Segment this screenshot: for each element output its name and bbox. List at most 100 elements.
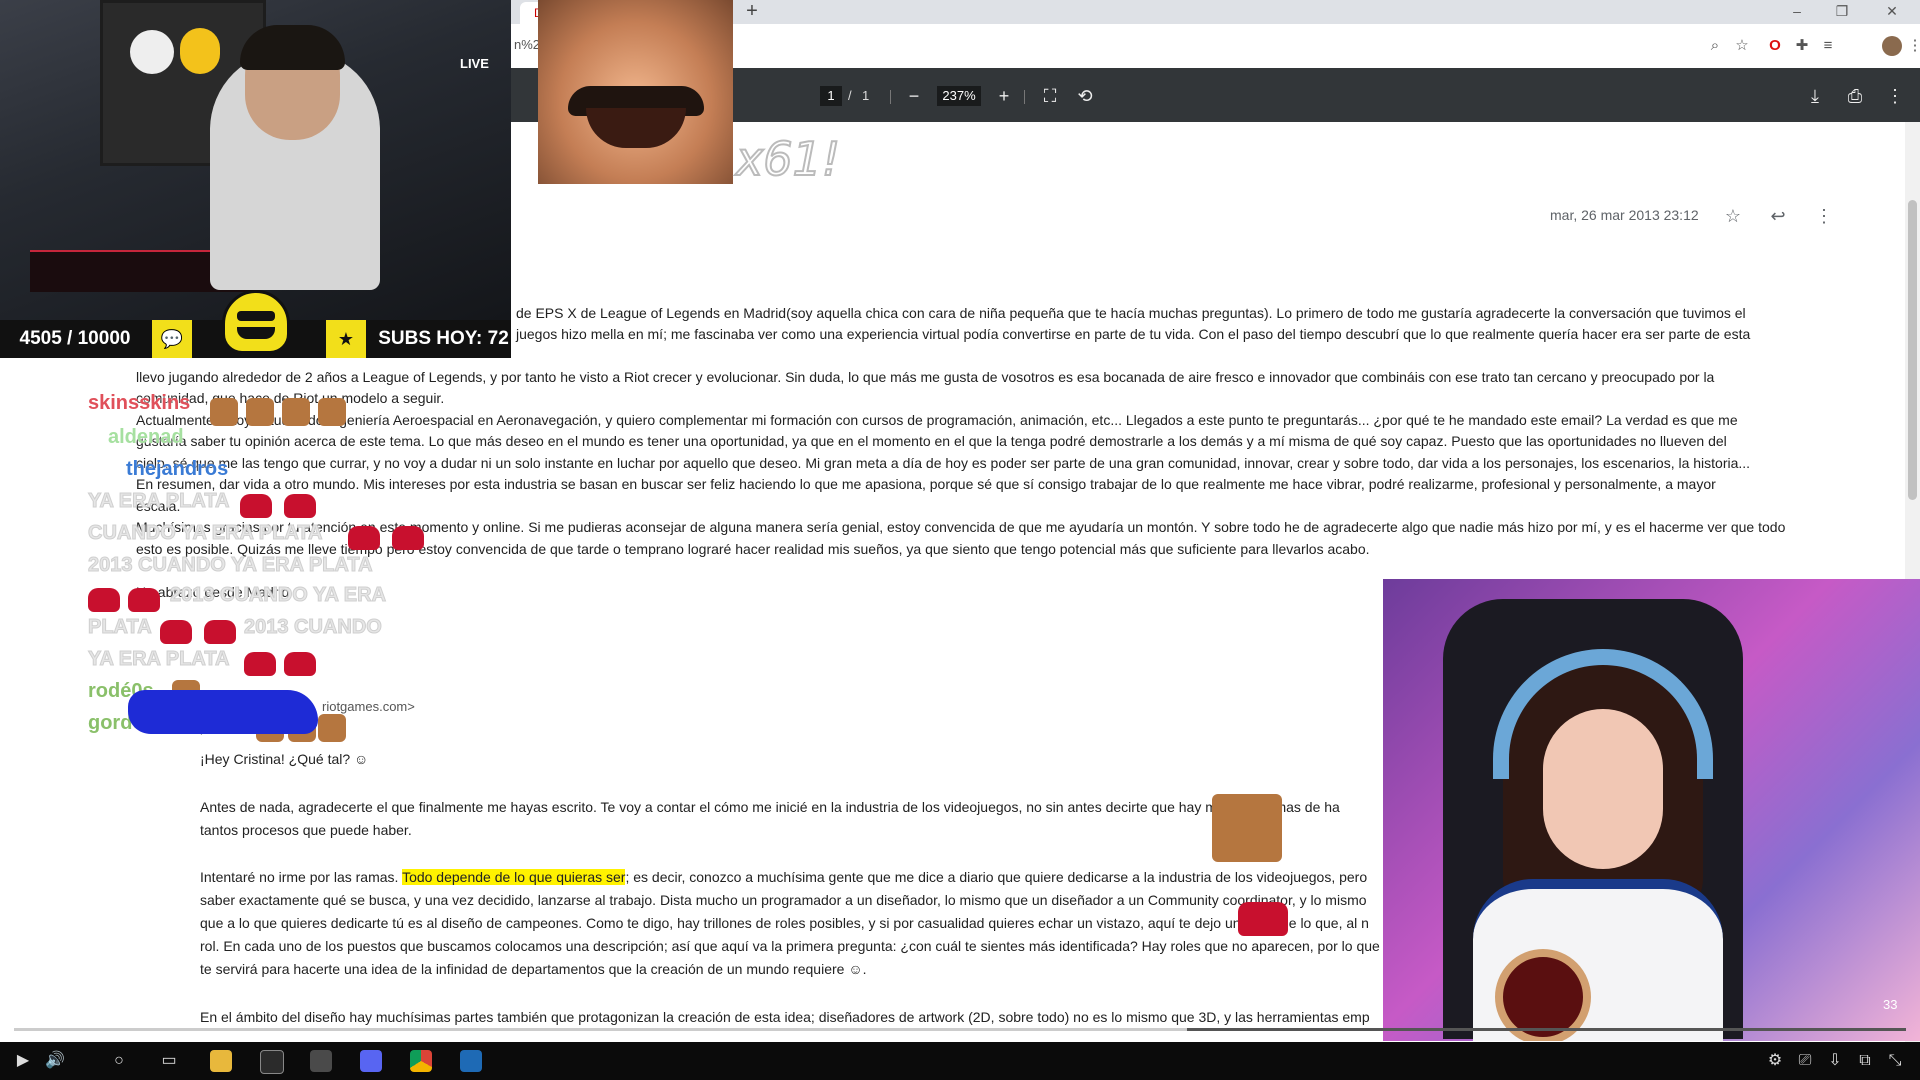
zoom-in-icon[interactable]: + bbox=[992, 84, 1016, 108]
message-line: juegos hizo mella en mí; me fascinaba ve… bbox=[516, 326, 1751, 342]
new-tab-button[interactable]: + bbox=[742, 0, 762, 24]
viewer-count: 33 bbox=[1883, 997, 1898, 1012]
reply-line: te servirá para hacerte una idea de la i… bbox=[200, 961, 867, 977]
pdf-more-icon[interactable]: ⋮ bbox=[1883, 84, 1907, 108]
blue-scribble-redaction bbox=[128, 690, 318, 734]
task-view-icon[interactable]: ▭ bbox=[158, 1050, 180, 1072]
message-line: de EPS X de League of Legends en Madrid(… bbox=[516, 305, 1746, 321]
emote-face-icon bbox=[246, 398, 274, 426]
streamer-webcam: LIVE bbox=[0, 0, 511, 320]
clip-icon[interactable]: ⇩ bbox=[1824, 1050, 1846, 1072]
emote-face-icon bbox=[282, 398, 310, 426]
media-control-icon[interactable]: ≡ bbox=[1818, 36, 1838, 56]
highlighted-text: Todo depende de lo que quieras ser bbox=[402, 869, 626, 885]
volume-icon[interactable]: 🔊 bbox=[44, 1050, 66, 1072]
heart-emote-icon bbox=[392, 526, 424, 550]
reply-text: Intentaré no irme por las ramas. bbox=[200, 869, 403, 885]
zoom-level-input[interactable]: 237% bbox=[937, 86, 981, 106]
heart-emote-icon bbox=[348, 526, 380, 550]
file-explorer-icon[interactable] bbox=[210, 1050, 232, 1072]
chat-message: PLATA bbox=[88, 616, 153, 639]
emote-combo-counter: x61! bbox=[735, 131, 841, 187]
heart-emote-icon bbox=[204, 620, 236, 644]
chat-bubble-icon: 💬 bbox=[160, 329, 184, 349]
emote-mouth bbox=[586, 108, 686, 148]
emote-face-icon bbox=[318, 714, 346, 742]
reply-line: En el ámbito del diseño hay muchísimas p… bbox=[200, 1009, 1370, 1025]
bookmark-star-icon[interactable]: ☆ bbox=[1732, 36, 1752, 56]
email-date: mar, 26 mar 2013 23:12 bbox=[1550, 207, 1699, 223]
chat-message: 2013 CUANDO YA ERA bbox=[169, 584, 387, 607]
download-icon[interactable]: ⤓ bbox=[1803, 84, 1827, 108]
laughing-emote-small bbox=[1212, 794, 1282, 862]
profile-avatar[interactable] bbox=[1882, 36, 1902, 56]
browser-menu-icon[interactable]: ⋮ bbox=[1905, 36, 1920, 56]
heart-emote-icon bbox=[284, 494, 316, 518]
obs-icon[interactable] bbox=[260, 1050, 284, 1074]
sub-goal-counter: 4505 / 10000 bbox=[19, 328, 131, 349]
fit-page-icon[interactable]: ⛶ bbox=[1038, 84, 1062, 108]
reply-greeting: ¡Hey Cristina! ¿Qué tal? ☺ bbox=[200, 751, 369, 767]
app-icon[interactable] bbox=[310, 1050, 332, 1072]
miniplayer-icon[interactable]: ⧉ bbox=[1854, 1050, 1876, 1072]
laughing-emote bbox=[538, 0, 733, 184]
guest-webcam bbox=[1383, 579, 1920, 1041]
chat-message: YA ERA PLATA bbox=[88, 648, 230, 671]
fullscreen-exit-icon[interactable]: ⤡ bbox=[1884, 1050, 1906, 1072]
chat-message: CUANDO YA ERA PLATA bbox=[87, 522, 323, 545]
minimize-button[interactable]: – bbox=[1775, 0, 1819, 24]
streamer-hair bbox=[240, 25, 345, 70]
mascot-grin bbox=[237, 327, 275, 339]
mascot-eyes bbox=[237, 311, 275, 321]
reply-line: que a lo que quieres dedicarte tú es al … bbox=[200, 915, 1369, 931]
heart-emote-icon bbox=[244, 652, 276, 676]
heart-emote-icon bbox=[1238, 902, 1288, 936]
reply-line: Antes de nada, agradecerte el que finalm… bbox=[200, 799, 1340, 815]
heart-emote-icon bbox=[88, 588, 120, 612]
message-line: Actualmente estoy estudiando Ingeniería … bbox=[136, 412, 1738, 428]
pdf-scrollbar-thumb[interactable] bbox=[1908, 200, 1917, 500]
rotate-icon[interactable]: ⟲ bbox=[1073, 84, 1097, 108]
chat-message: 2013 CUANDO YA ERA PLATA bbox=[88, 554, 374, 577]
mascot-logo bbox=[222, 290, 290, 354]
chat-message: 2013 CUANDO bbox=[244, 616, 383, 639]
message-line: En resumen, dar vida a otro mundo. Mis i… bbox=[136, 476, 1716, 492]
play-icon[interactable]: ▶ bbox=[12, 1050, 34, 1072]
reply-line: saber exactamente qué se busca, y una ve… bbox=[200, 892, 1367, 908]
star-icon[interactable]: ☆ bbox=[1722, 205, 1744, 227]
opera-extension-icon[interactable]: O bbox=[1765, 36, 1785, 56]
reply-text: ; es decir, conozco a muchísima gente qu… bbox=[625, 869, 1368, 885]
reply-icon[interactable]: ↩ bbox=[1767, 205, 1789, 227]
reply-line: rol. En cada uno de los puestos que busc… bbox=[200, 938, 1380, 954]
more-options-icon[interactable]: ⋮ bbox=[1813, 205, 1835, 227]
heart-emote-icon bbox=[128, 588, 160, 612]
close-window-button[interactable]: ✕ bbox=[1870, 0, 1914, 24]
chrome-icon[interactable] bbox=[410, 1050, 432, 1072]
cortana-icon[interactable]: ○ bbox=[108, 1050, 130, 1072]
subs-today-counter: SUBS HOY: 72 bbox=[378, 328, 509, 349]
zoom-icon[interactable]: ⌕ bbox=[1705, 36, 1725, 56]
video-progress-bar[interactable] bbox=[14, 1028, 1906, 1031]
chat-username: thejandros bbox=[126, 458, 229, 480]
live-badge: LIVE bbox=[460, 56, 489, 71]
emote-face-icon bbox=[210, 398, 238, 426]
print-icon[interactable]: ⎙ bbox=[1843, 84, 1867, 108]
emote-face-icon bbox=[318, 398, 346, 426]
page-total: 1 bbox=[862, 88, 870, 103]
url-text[interactable]: n%2 bbox=[514, 37, 540, 52]
toolbar-divider bbox=[1024, 90, 1025, 104]
reply-line: Intentaré no irme por las ramas. Todo de… bbox=[200, 866, 1367, 888]
settings-gear-icon[interactable]: ⚙ bbox=[1764, 1050, 1786, 1072]
reply-line: tantos procesos que puede haber. bbox=[200, 822, 412, 838]
battle-net-icon[interactable] bbox=[460, 1050, 482, 1072]
cast-icon[interactable]: ⎚ bbox=[1794, 1050, 1816, 1072]
star-icon: ★ bbox=[337, 329, 355, 349]
restore-button[interactable]: ❐ bbox=[1820, 0, 1864, 24]
extensions-icon[interactable]: ✚ bbox=[1792, 36, 1812, 56]
page-number-input[interactable]: 1 bbox=[820, 86, 842, 106]
chat-icon-box: 💬 bbox=[152, 320, 192, 358]
message-line: llevo jugando alrededor de 2 años a Leag… bbox=[136, 369, 1715, 385]
discord-icon[interactable] bbox=[360, 1050, 382, 1072]
video-progress-fill bbox=[14, 1028, 1188, 1031]
zoom-out-icon[interactable]: − bbox=[902, 84, 926, 108]
